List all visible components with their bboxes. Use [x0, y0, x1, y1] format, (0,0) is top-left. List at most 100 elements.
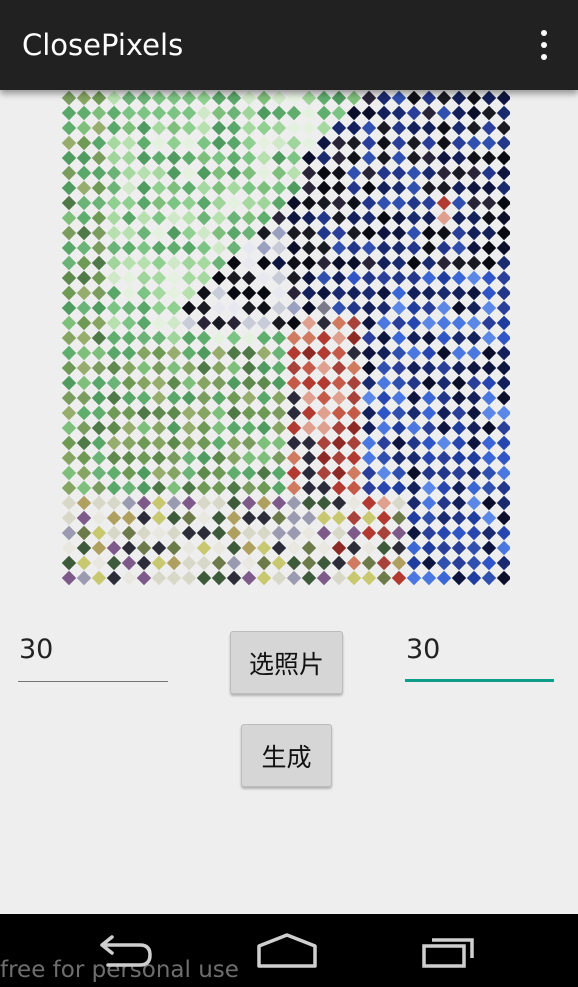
mosaic-tile [286, 120, 302, 136]
mosaic-tile [496, 105, 510, 121]
mosaic-tile [136, 90, 152, 106]
mosaic-tile [481, 105, 497, 121]
mosaic-tile [166, 285, 182, 301]
generate-button[interactable]: 生成 [241, 724, 332, 787]
mosaic-tile [286, 570, 302, 586]
mosaic-tile [391, 120, 407, 136]
height-input-value: 30 [406, 634, 441, 665]
mosaic-tile [376, 555, 392, 571]
mosaic-tile [331, 360, 347, 376]
mosaic-tile [196, 270, 212, 286]
mosaic-tile [211, 465, 227, 481]
mosaic-tile [166, 375, 182, 391]
mosaic-tile [301, 165, 317, 181]
mosaic-tile [91, 90, 107, 106]
mosaic-tile [151, 165, 167, 181]
overflow-menu-button[interactable] [534, 28, 554, 62]
mosaic-tile [286, 495, 302, 511]
mosaic-tile [316, 435, 332, 451]
mosaic-tile [121, 375, 137, 391]
mosaic-tile [406, 150, 422, 166]
mosaic-tile [406, 510, 422, 526]
mosaic-tile [121, 570, 137, 586]
mosaic-tile [391, 570, 407, 586]
mosaic-tile [151, 105, 167, 121]
mosaic-tile [256, 390, 272, 406]
mosaic-tile [496, 345, 510, 361]
select-photo-button[interactable]: 选照片 [230, 631, 343, 694]
mosaic-tile [481, 240, 497, 256]
mosaic-tile [211, 420, 227, 436]
height-input[interactable]: 30 [405, 628, 554, 684]
mosaic-tile [271, 390, 287, 406]
mosaic-tile [181, 480, 197, 496]
mosaic-tile [91, 180, 107, 196]
mosaic-tile [406, 105, 422, 121]
mosaic-tile [91, 330, 107, 346]
mosaic-tile [76, 300, 92, 316]
mosaic-tile [421, 525, 437, 541]
mosaic-tile [361, 525, 377, 541]
mosaic-tile [211, 135, 227, 151]
mosaic-tile [406, 225, 422, 241]
mosaic-tile [76, 405, 92, 421]
mosaic-tile [316, 255, 332, 271]
recents-icon[interactable] [420, 932, 480, 970]
mosaic-tile [436, 510, 452, 526]
mosaic-tile [481, 285, 497, 301]
mosaic-tile [331, 300, 347, 316]
mosaic-tile [121, 210, 137, 226]
mosaic-tile [271, 510, 287, 526]
mosaic-tile [406, 450, 422, 466]
mosaic-tile [76, 510, 92, 526]
mosaic-tile [121, 255, 137, 271]
mosaic-tile [166, 420, 182, 436]
mosaic-tile [166, 495, 182, 511]
mosaic-tile [121, 315, 137, 331]
mosaic-tile [331, 525, 347, 541]
mosaic-tile [421, 90, 437, 106]
mosaic-tile [136, 435, 152, 451]
mosaic-tile [211, 390, 227, 406]
mosaic-tile [346, 420, 362, 436]
mosaic-tile [256, 510, 272, 526]
mosaic-tile [91, 555, 107, 571]
mosaic-tile [331, 120, 347, 136]
mosaic-tile [106, 525, 122, 541]
mosaic-tile [451, 120, 467, 136]
mosaic-tile [136, 270, 152, 286]
mosaic-tile [346, 345, 362, 361]
mosaic-tile [301, 270, 317, 286]
mosaic-tile [496, 225, 510, 241]
mosaic-tile [151, 390, 167, 406]
mosaic-tile [211, 555, 227, 571]
home-icon[interactable] [256, 932, 318, 970]
mosaic-tile [271, 375, 287, 391]
mosaic-tile [136, 165, 152, 181]
mosaic-tile [61, 180, 77, 196]
mosaic-tile [211, 120, 227, 136]
mosaic-tile [301, 375, 317, 391]
mosaic-tile [376, 270, 392, 286]
width-input[interactable]: 30 [18, 628, 168, 684]
mosaic-tile [91, 420, 107, 436]
mosaic-tile [331, 270, 347, 286]
mosaic-tile [496, 480, 510, 496]
mosaic-tile [226, 150, 242, 166]
height-input-underline [405, 679, 554, 682]
mosaic-tile [76, 465, 92, 481]
mosaic-tile [376, 480, 392, 496]
mosaic-tile [421, 390, 437, 406]
mosaic-tile [106, 510, 122, 526]
mosaic-tile [466, 360, 482, 376]
mosaic-tile [286, 390, 302, 406]
mosaic-tile [166, 360, 182, 376]
mosaic-tile [91, 450, 107, 466]
mosaic-tile [241, 165, 257, 181]
mosaic-tile [301, 225, 317, 241]
mosaic-tile [421, 540, 437, 556]
mosaic-tile [286, 150, 302, 166]
mosaic-tile [451, 375, 467, 391]
mosaic-tile [226, 405, 242, 421]
mosaic-tile [496, 435, 510, 451]
